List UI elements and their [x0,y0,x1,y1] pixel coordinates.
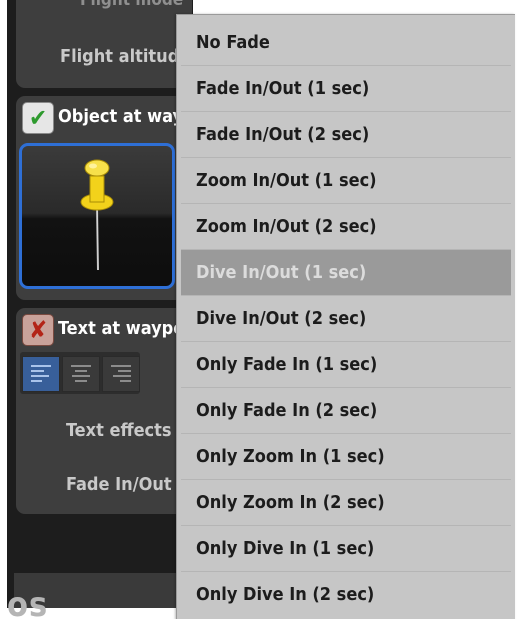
object-at-waypoint-checkbox[interactable]: ✔ [22,102,54,134]
flight-mode-label: Flight mode [80,0,184,10]
align-center-button[interactable] [62,356,100,392]
bottom-section-title: os [7,585,49,619]
text-at-waypoint-label: Text at waypo [58,318,185,339]
fade-dropdown-menu: No Fade Fade In/Out (1 sec) Fade In/Out … [176,14,515,619]
text-at-waypoint-card: ✘ Text at waypo Text effects Fade In/Out [16,308,192,514]
object-at-waypoint-label: Object at way [58,106,184,127]
menu-item-only-zoom-2s[interactable]: Only Zoom In (2 sec) [181,480,511,526]
menu-item-dive-1s[interactable]: Dive In/Out (1 sec) [181,250,511,296]
object-preview-thumbnail[interactable] [19,143,175,289]
app-window: Flight mode Flight altitude ✔ Object at … [0,0,517,619]
flight-altitude-label: Flight altitude [60,46,191,67]
align-right-icon [111,365,131,382]
menu-item-no-fade[interactable]: No Fade [181,20,511,66]
menu-item-dive-2s[interactable]: Dive In/Out (2 sec) [181,296,511,342]
menu-item-only-zoom-1s[interactable]: Only Zoom In (1 sec) [181,434,511,480]
flight-settings-card: Flight mode Flight altitude [16,0,192,88]
menu-item-only-fade-2s[interactable]: Only Fade In (2 sec) [181,388,511,434]
text-align-group [20,352,140,394]
menu-item-zoom-1s[interactable]: Zoom In/Out (1 sec) [181,158,511,204]
text-effects-label: Text effects [66,420,172,441]
menu-item-fade-2s[interactable]: Fade In/Out (2 sec) [181,112,511,158]
check-icon: ✔ [28,104,48,132]
menu-item-fade-1s[interactable]: Fade In/Out (1 sec) [181,66,511,112]
settings-panel: Flight mode Flight altitude ✔ Object at … [7,0,200,608]
cross-icon: ✘ [28,316,48,344]
align-right-button[interactable] [102,356,140,392]
menu-item-only-fade-1s[interactable]: Only Fade In (1 sec) [181,342,511,388]
align-left-button[interactable] [22,356,60,392]
fade-in-out-label: Fade In/Out [66,474,172,495]
menu-item-only-dive-1s[interactable]: Only Dive In (1 sec) [181,526,511,572]
menu-item-zoom-2s[interactable]: Zoom In/Out (2 sec) [181,204,511,250]
align-center-icon [71,365,91,382]
text-at-waypoint-checkbox[interactable]: ✘ [22,314,54,346]
menu-item-only-dive-2s[interactable]: Only Dive In (2 sec) [181,572,511,617]
align-left-icon [31,365,51,382]
pushpin-icon [80,159,114,271]
